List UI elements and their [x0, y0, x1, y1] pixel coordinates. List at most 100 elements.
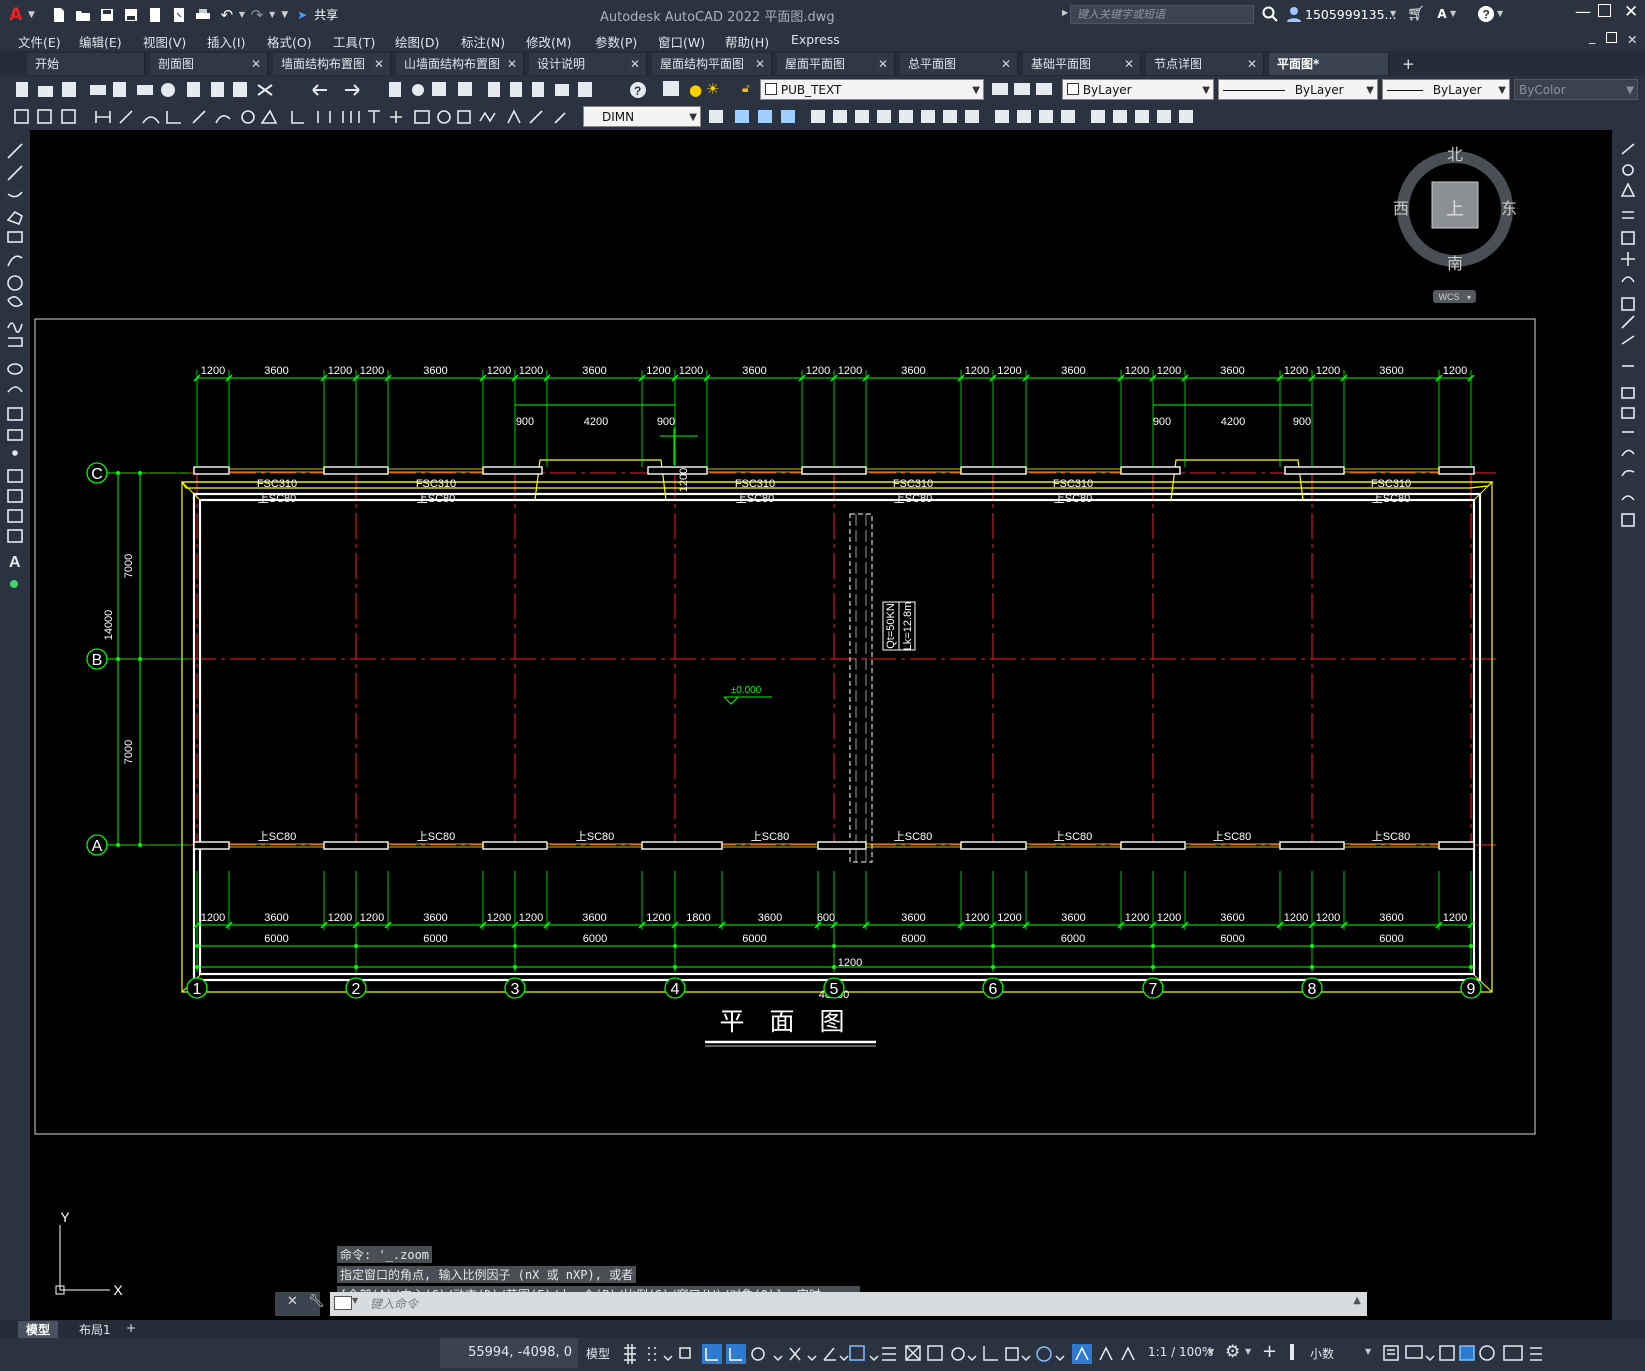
- menu-draw[interactable]: 绘图(D): [395, 32, 439, 51]
- units-icon[interactable]: [1290, 1344, 1294, 1360]
- wcs-dropdown-icon[interactable]: ▾: [1467, 293, 1471, 302]
- redo-dropdown-icon[interactable]: ▼: [269, 10, 275, 19]
- search-expand-icon[interactable]: ▶: [1062, 8, 1068, 17]
- help-dropdown-icon[interactable]: ▼: [1497, 9, 1503, 18]
- units-selector[interactable]: 小数: [1310, 1345, 1334, 1362]
- customize-command-line-icon[interactable]: 🔧︎: [308, 1294, 325, 1309]
- dimension-toolbar-icons[interactable]: [0, 103, 580, 130]
- close-tab-icon[interactable]: ✕: [507, 53, 517, 75]
- search-icon[interactable]: [1260, 4, 1280, 24]
- close-window-icon[interactable]: ✕: [1624, 2, 1638, 22]
- open-web-icon[interactable]: [145, 5, 165, 25]
- menu-help[interactable]: 帮助(H): [725, 32, 769, 51]
- linetype-dropdown[interactable]: ByLayer ▼: [1218, 79, 1378, 100]
- tab-model[interactable]: 模型: [18, 1321, 59, 1338]
- menu-format[interactable]: 格式(O): [267, 32, 312, 51]
- wcs-menu[interactable]: WCS: [1439, 292, 1460, 302]
- drawing-canvas[interactable]: 1200 3600 1200 1200 3600 1200 1200 3600 1200 1200…: [30, 130, 1612, 1320]
- command-prompt-icon[interactable]: [334, 1296, 352, 1310]
- maximize-window-icon[interactable]: [1598, 4, 1611, 17]
- autodesk-a360-icon[interactable]: A: [1432, 4, 1452, 24]
- recent-commands-icon[interactable]: ▼: [352, 1296, 358, 1305]
- draw-tools-icons[interactable]: A: [0, 130, 30, 590]
- layer-dropdown[interactable]: PUB_TEXT ▼: [760, 79, 984, 100]
- new-layout-button[interactable]: +: [126, 1321, 136, 1335]
- viewcube[interactable]: 上 北 南 东 西 WCS ▾: [1393, 146, 1517, 303]
- annotation-scale-dropdown-icon[interactable]: ▼: [1208, 1347, 1214, 1356]
- menu-tools[interactable]: 工具(T): [333, 32, 375, 51]
- save-web-icon[interactable]: [169, 5, 189, 25]
- annotation-scale[interactable]: 1:1 / 100%: [1148, 1345, 1213, 1359]
- close-tab-icon[interactable]: ✕: [374, 53, 384, 75]
- redo-icon[interactable]: ↷: [247, 5, 267, 25]
- viewcube-north[interactable]: 北: [1447, 146, 1463, 164]
- tab-roof-structure[interactable]: 屋面结构平面图 ✕: [652, 53, 772, 75]
- menu-parametric[interactable]: 参数(P): [595, 32, 637, 51]
- menu-view[interactable]: 视图(V): [143, 32, 186, 51]
- doc-restore-icon[interactable]: [1606, 32, 1617, 43]
- model-space-button[interactable]: 模型: [586, 1345, 610, 1362]
- workspace-gear-icon[interactable]: ⚙︎: [1225, 1342, 1240, 1362]
- layer-freeze-icon[interactable]: ☀︎: [706, 80, 719, 98]
- help-icon[interactable]: ?: [1476, 4, 1496, 24]
- plot-icon[interactable]: [193, 5, 213, 25]
- close-tab-icon[interactable]: ✕: [878, 53, 888, 75]
- viewcube-west[interactable]: 西: [1393, 201, 1409, 218]
- autocad-logo-icon[interactable]: A: [6, 5, 26, 25]
- qat-customize-icon[interactable]: ▼: [281, 10, 288, 20]
- new-tab-button[interactable]: +: [1394, 53, 1422, 75]
- layer-properties-icon[interactable]: [663, 81, 679, 96]
- tab-wall-structure[interactable]: 墙面结构布置图 ✕: [273, 53, 391, 75]
- layer-tools-icons[interactable]: [990, 76, 1060, 103]
- close-tab-icon[interactable]: ✕: [755, 53, 765, 75]
- command-line-input[interactable]: ▼ 键入命令 ▲: [330, 1292, 1367, 1316]
- annotation-monitor-icon[interactable]: +: [1262, 1341, 1277, 1362]
- undo-icon[interactable]: ↶: [217, 5, 237, 25]
- standard-toolbar-icons[interactable]: ?: [0, 76, 680, 103]
- menu-edit[interactable]: 编辑(E): [79, 32, 122, 51]
- user-icon[interactable]: [1284, 4, 1304, 24]
- status-right-icons[interactable]: [1380, 1338, 1560, 1368]
- layer-lock-icon[interactable]: 🔓︎: [742, 81, 750, 96]
- user-name[interactable]: 1505999135...: [1305, 7, 1396, 22]
- dimstyle-dropdown[interactable]: DIMN ▼: [583, 106, 701, 127]
- menu-dimension[interactable]: 标注(N): [461, 32, 505, 51]
- minimize-window-icon[interactable]: —: [1575, 2, 1591, 21]
- user-dropdown-icon[interactable]: ▼: [1390, 9, 1396, 18]
- viewcube-east[interactable]: 东: [1501, 200, 1517, 218]
- cart-icon[interactable]: 🛒︎: [1406, 4, 1426, 24]
- close-tab-icon[interactable]: ✕: [1247, 53, 1257, 75]
- units-dropdown-icon[interactable]: ▼: [1365, 1347, 1371, 1356]
- share-button[interactable]: 共享: [314, 6, 338, 23]
- menu-window[interactable]: 窗口(W): [658, 32, 705, 51]
- tab-plan-active[interactable]: 平面图*: [1269, 53, 1389, 75]
- close-command-line-icon[interactable]: ✕: [287, 1294, 298, 1309]
- close-tab-icon[interactable]: ✕: [630, 53, 640, 75]
- workspace-dropdown-icon[interactable]: ▼: [1245, 1347, 1251, 1356]
- close-tab-icon[interactable]: ✕: [1124, 53, 1134, 75]
- tab-roof-plan[interactable]: 屋面平面图 ✕: [777, 53, 895, 75]
- save-icon[interactable]: [97, 5, 117, 25]
- modify-toolbar-icons[interactable]: [705, 103, 1225, 130]
- close-tab-icon[interactable]: ✕: [251, 53, 261, 75]
- save-as-icon[interactable]: [121, 5, 141, 25]
- share-icon[interactable]: ➤: [292, 5, 312, 25]
- tab-node-detail[interactable]: 节点详图 ✕: [1146, 53, 1264, 75]
- app-menu-chevron-icon[interactable]: ▼: [28, 10, 35, 20]
- modify-tools-icons[interactable]: [1612, 130, 1645, 530]
- tab-start[interactable]: 开始: [27, 53, 145, 75]
- viewcube-top-face[interactable]: 上: [1446, 199, 1464, 219]
- color-dropdown[interactable]: ByLayer ▼: [1062, 79, 1214, 100]
- command-history-toggle-icon[interactable]: ▲: [1353, 1295, 1361, 1306]
- tab-design-notes[interactable]: 设计说明 ✕: [529, 53, 647, 75]
- menu-modify[interactable]: 修改(M): [526, 32, 572, 51]
- doc-minimize-icon[interactable]: _: [1589, 29, 1595, 44]
- new-file-icon[interactable]: [49, 5, 69, 25]
- coordinate-readout[interactable]: 55994, -4098, 0: [440, 1338, 578, 1368]
- viewcube-south[interactable]: 南: [1447, 255, 1463, 273]
- lineweight-dropdown[interactable]: ByLayer ▼: [1382, 79, 1510, 100]
- close-tab-icon[interactable]: ✕: [1001, 53, 1011, 75]
- open-folder-icon[interactable]: [73, 5, 93, 25]
- tab-section[interactable]: 剖面图 ✕: [150, 53, 268, 75]
- menu-express[interactable]: Express: [791, 32, 840, 47]
